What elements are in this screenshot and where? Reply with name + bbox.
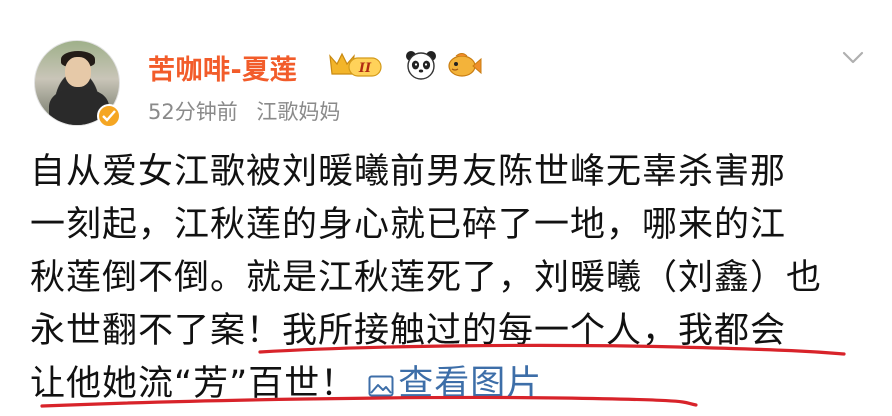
post-source[interactable]: 江歌妈妈: [256, 100, 340, 124]
post-line: 秋莲倒不倒。就是江秋莲死了，刘暖曦（刘鑫）也: [30, 258, 823, 298]
panda-icon[interactable]: [404, 48, 438, 82]
post-line: 一刻起，江秋莲的身心就已碎了一地，哪来的江: [30, 205, 787, 245]
avatar-face: [65, 57, 91, 87]
fish-icon[interactable]: [446, 50, 482, 80]
red-underline-annotation: [40, 395, 698, 408]
post-time[interactable]: 52分钟前: [148, 100, 238, 124]
post-text: 自从爱女江歌被刘暖曦前男友陈世峰无辜杀害那 一刻起，江秋莲的身心就已碎了一地，哪…: [30, 146, 875, 411]
verified-icon: [97, 104, 121, 128]
red-underline-annotation: [258, 343, 846, 356]
post-meta: 52分钟前 江歌妈妈: [148, 96, 352, 126]
chevron-down-icon[interactable]: [840, 44, 866, 70]
author-name[interactable]: 苦咖啡-夏莲: [148, 48, 297, 87]
post-line: 自从爱女江歌被刘暖曦前男友陈世峰无辜杀害那: [30, 152, 787, 192]
crown-badge-icon[interactable]: II: [327, 50, 385, 80]
level-label: II: [358, 61, 372, 76]
